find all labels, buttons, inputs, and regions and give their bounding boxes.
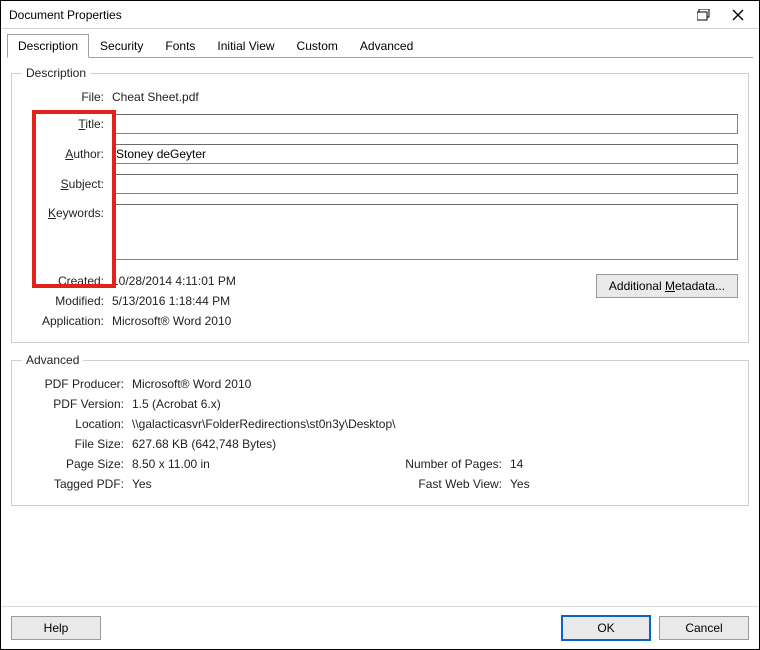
advanced-group: Advanced PDF Producer: Microsoft® Word 2… [11,353,749,506]
tab-description[interactable]: Description [7,34,89,58]
created-label: Created: [22,274,112,288]
ok-button[interactable]: OK [561,615,651,641]
producer-value: Microsoft® Word 2010 [132,377,738,391]
title-input[interactable] [112,114,738,134]
pdf-version-label: PDF Version: [22,397,132,411]
additional-metadata-button[interactable]: Additional Metadata... [596,274,738,298]
help-button[interactable]: Help [11,616,101,640]
pagesize-value: 8.50 x 11.00 in [132,457,380,471]
tab-fonts[interactable]: Fonts [154,34,206,58]
keywords-label: Keywords: [22,204,112,220]
producer-label: PDF Producer: [22,377,132,391]
author-label: Author: [22,147,112,161]
description-legend: Description [22,66,90,80]
document-properties-dialog: Document Properties Description Security… [0,0,760,650]
tab-advanced[interactable]: Advanced [349,34,424,58]
titlebar: Document Properties [1,1,759,29]
file-value: Cheat Sheet.pdf [112,90,738,104]
title-label: Title: [22,117,112,131]
fastweb-label: Fast Web View: [380,477,510,491]
subject-input[interactable] [112,174,738,194]
tab-strip: Description Security Fonts Initial View … [7,33,753,58]
tagged-pdf-label: Tagged PDF: [22,477,132,491]
numpages-label: Number of Pages: [380,457,510,471]
pdf-version-value: 1.5 (Acrobat 6.x) [132,397,738,411]
advanced-legend: Advanced [22,353,83,367]
cancel-button[interactable]: Cancel [659,616,749,640]
tab-content: Description File: Cheat Sheet.pdf Title:… [1,58,759,606]
modified-value: 5/13/2016 1:18:44 PM [112,294,568,308]
dialog-footer: Help OK Cancel [1,606,759,649]
close-icon[interactable] [721,1,755,28]
application-value: Microsoft® Word 2010 [112,314,568,328]
window-title: Document Properties [9,8,687,22]
restore-icon[interactable] [687,1,721,28]
author-input[interactable] [112,144,738,164]
tab-initial-view[interactable]: Initial View [206,34,285,58]
location-label: Location: [22,417,132,431]
description-group: Description File: Cheat Sheet.pdf Title:… [11,66,749,343]
file-label: File: [22,90,112,104]
tab-custom[interactable]: Custom [286,34,349,58]
pagesize-label: Page Size: [22,457,132,471]
highlight-box [32,110,116,288]
location-value: \\galacticasvr\FolderRedirections\st0n3y… [132,417,738,431]
tab-security[interactable]: Security [89,34,154,58]
modified-label: Modified: [22,294,112,308]
created-value: 10/28/2014 4:11:01 PM [112,274,568,288]
filesize-label: File Size: [22,437,132,451]
application-label: Application: [22,314,112,328]
tagged-pdf-value: Yes [132,477,380,491]
filesize-value: 627.68 KB (642,748 Bytes) [132,437,738,451]
subject-label: Subject: [22,177,112,191]
numpages-value: 14 [510,457,738,471]
keywords-input[interactable] [112,204,738,260]
fastweb-value: Yes [510,477,738,491]
